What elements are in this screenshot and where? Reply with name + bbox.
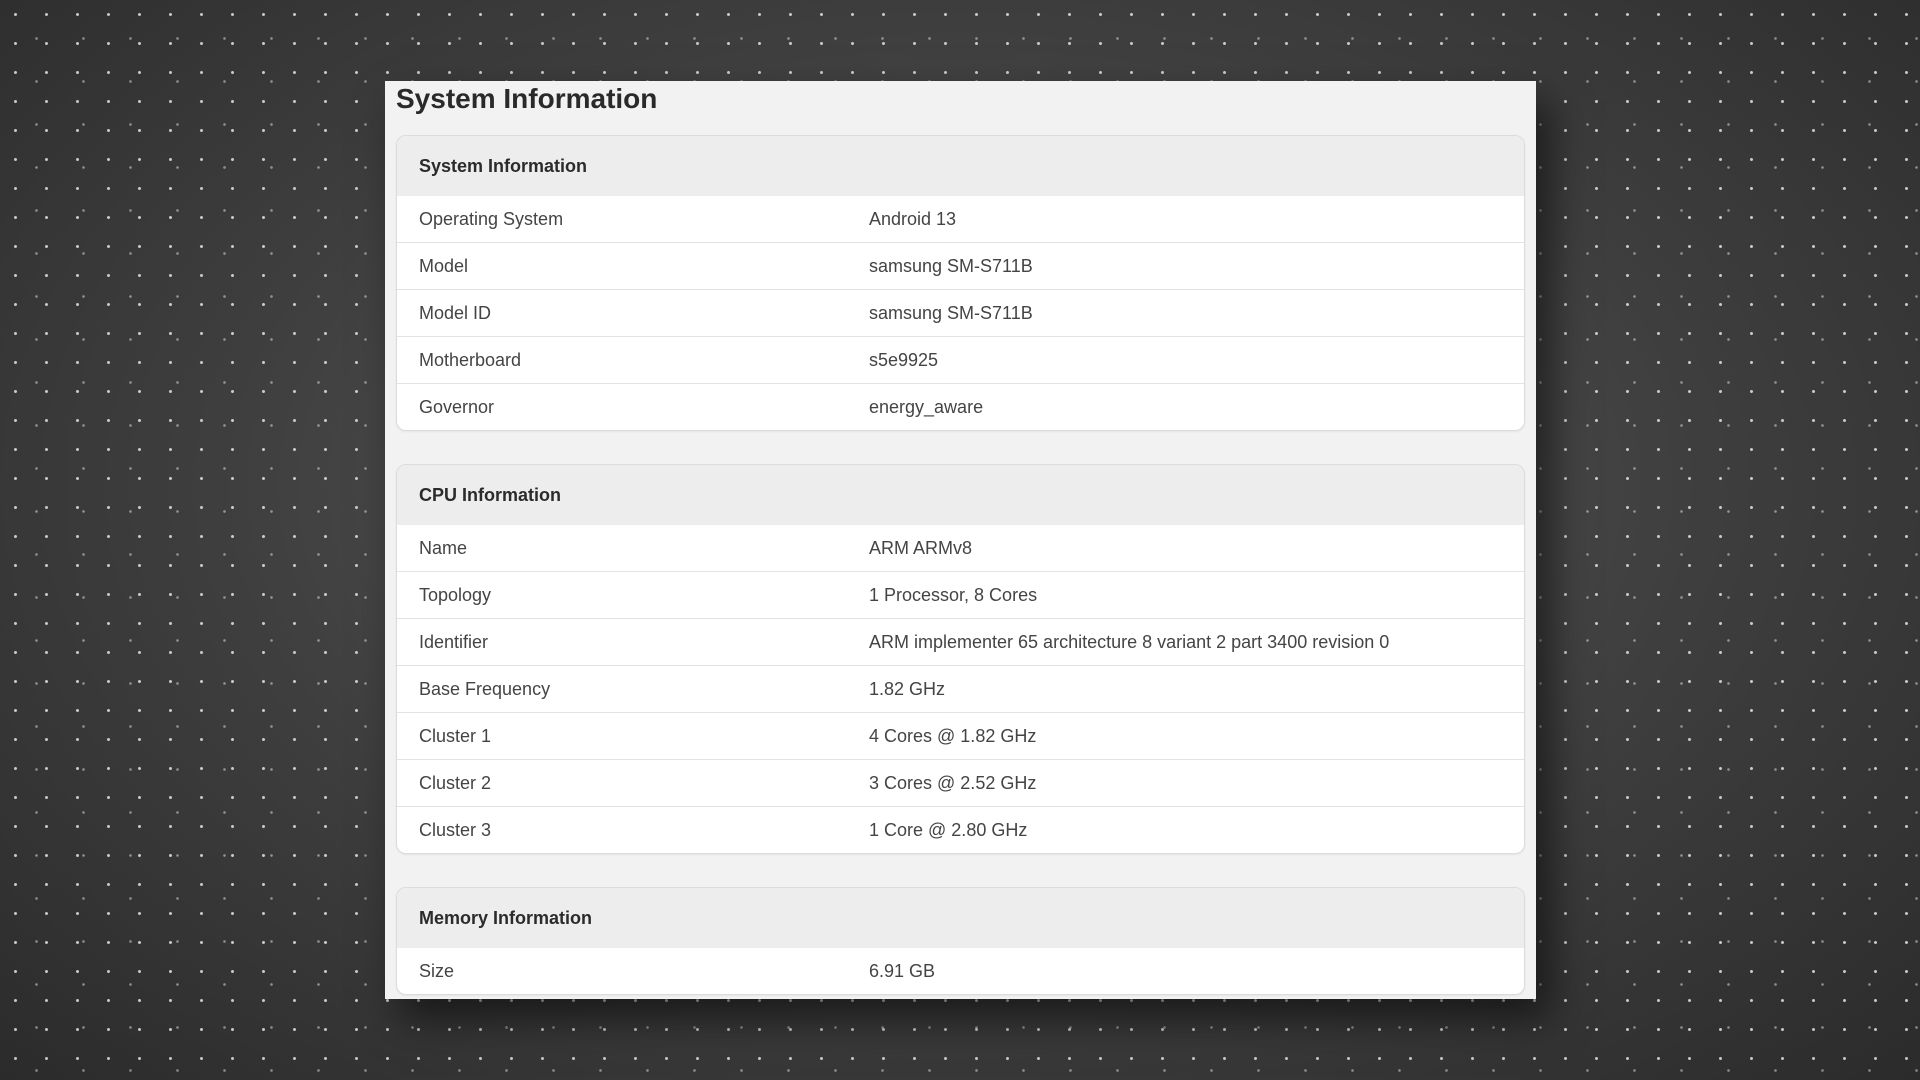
row-label: Model [397, 242, 869, 290]
row-value: Android 13 [869, 208, 957, 229]
info-table: Name ARM ARMv8 Topology 1 Processor, 8 C… [397, 525, 1524, 853]
table-row: Cluster 3 1 Core @ 2.80 GHz [397, 806, 1524, 853]
row-label: Identifier [397, 618, 869, 666]
row-value: ARM implementer 65 architecture 8 varian… [869, 618, 1524, 666]
info-table: Operating System Android 13 Model samsun… [397, 196, 1524, 430]
row-label: Cluster 3 [397, 806, 869, 853]
info-table: Size 6.91 GB [397, 948, 1524, 994]
table-row: Operating System Android 13 [397, 196, 1524, 243]
row-value: 1 Processor, 8 Cores [869, 571, 1524, 619]
system-information-section: System Information Operating System Andr… [396, 135, 1525, 431]
row-label: Governor [397, 383, 869, 430]
row-label: Size [419, 960, 455, 981]
table-row: Base Frequency 1.82 GHz [397, 665, 1524, 713]
section-header: Memory Information [397, 888, 1524, 948]
system-information-panel: System Information System Information Op… [385, 81, 1536, 999]
row-label: Operating System [419, 208, 564, 229]
table-row: Model ID samsung SM-S711B [397, 289, 1524, 337]
table-row: Motherboard s5e9925 [397, 336, 1524, 384]
row-value: samsung SM-S711B [869, 242, 1524, 290]
row-label: Topology [397, 571, 869, 619]
table-row: Cluster 2 3 Cores @ 2.52 GHz [397, 759, 1524, 807]
row-label: Cluster 1 [397, 712, 869, 760]
table-row: Governor energy_aware [397, 383, 1524, 430]
section-header: CPU Information [397, 465, 1524, 525]
memory-information-section: Memory Information Size 6.91 GB [396, 887, 1525, 995]
table-row: Name ARM ARMv8 [397, 525, 1524, 572]
page-title: System Information [396, 83, 658, 114]
row-value: 1 Core @ 2.80 GHz [869, 806, 1524, 853]
row-label: Motherboard [397, 336, 869, 384]
table-row: Cluster 1 4 Cores @ 1.82 GHz [397, 712, 1524, 760]
row-label: Name [419, 537, 468, 558]
table-row: Identifier ARM implementer 65 architectu… [397, 618, 1524, 666]
table-row: Topology 1 Processor, 8 Cores [397, 571, 1524, 619]
row-value: ARM ARMv8 [869, 537, 973, 558]
row-value: 1.82 GHz [869, 665, 1524, 713]
cpu-information-section: CPU Information Name ARM ARMv8 Topology … [396, 464, 1525, 854]
table-row: Model samsung SM-S711B [397, 242, 1524, 290]
row-value: s5e9925 [869, 336, 1524, 384]
row-value: 4 Cores @ 1.82 GHz [869, 712, 1524, 760]
row-value: 3 Cores @ 2.52 GHz [869, 759, 1524, 807]
row-value: 6.91 GB [869, 960, 936, 981]
row-value: samsung SM-S711B [869, 289, 1524, 337]
row-label: Base Frequency [397, 665, 869, 713]
row-value: energy_aware [869, 383, 1524, 430]
table-row: Size 6.91 GB [397, 948, 1524, 994]
section-header: System Information [397, 136, 1524, 196]
row-label: Model ID [397, 289, 869, 337]
row-label: Cluster 2 [397, 759, 869, 807]
